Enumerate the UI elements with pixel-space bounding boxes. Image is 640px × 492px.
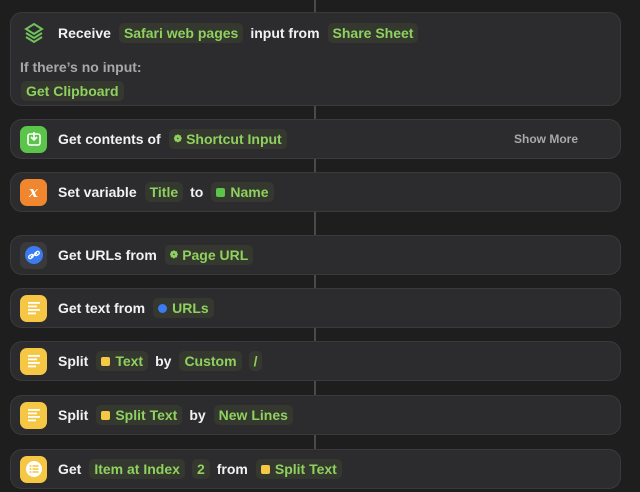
receive-action-card[interactable]: Receive Safari web pages input from Shar… (10, 12, 621, 106)
show-more-button[interactable]: Show More (514, 132, 578, 146)
gear-icon: ❁ (173, 133, 183, 145)
flow-connector (314, 212, 316, 235)
flow-connector (314, 381, 316, 395)
index-token[interactable]: 2 (191, 459, 210, 479)
get-item-card[interactable]: Get Item at Index 2 from Split Text (10, 449, 621, 489)
custom-separator-token[interactable]: / (248, 351, 263, 371)
link-icon (20, 241, 47, 269)
flow-connector (314, 275, 316, 288)
split-text-card[interactable]: Split Text by Custom / (10, 341, 621, 381)
text-token[interactable]: Text (96, 351, 149, 371)
urls-token[interactable]: URLs (153, 298, 214, 318)
text-lines-icon (20, 401, 47, 429)
flow-connector (314, 0, 316, 12)
text-mini-icon (260, 464, 270, 474)
separator-token[interactable]: New Lines (213, 405, 293, 425)
page-url-token[interactable]: ❁ Page URL (164, 245, 254, 265)
text-lines-icon (20, 294, 47, 322)
get-contents-card[interactable]: Get contents of ❁ Shortcut Input Show Mo… (10, 119, 621, 159)
set-variable-label: Set variable (58, 184, 137, 200)
app-icon (216, 187, 226, 197)
split-text-token[interactable]: Split Text (96, 405, 183, 425)
get-label: Get (58, 461, 82, 477)
shortcut-layers-icon (20, 20, 47, 47)
by-label: by (189, 407, 206, 423)
text-lines-icon (20, 347, 47, 375)
receive-label: Receive (58, 25, 111, 41)
link-dot-icon (158, 303, 168, 313)
fallback-token[interactable]: Get Clipboard (21, 81, 124, 101)
no-input-label: If there’s no input: (20, 59, 142, 75)
split-label: Split (58, 407, 89, 423)
flow-connector (314, 159, 316, 172)
input-type-token[interactable]: Safari web pages (118, 23, 244, 43)
download-icon (20, 125, 47, 153)
source-token[interactable]: Share Sheet (327, 23, 419, 43)
variable-name-token[interactable]: Title (144, 182, 184, 202)
flow-connector (314, 328, 316, 341)
list-icon (20, 455, 47, 483)
text-mini-icon (101, 356, 111, 366)
flow-connector (314, 435, 316, 449)
split-text-card[interactable]: Split Split Text by New Lines (10, 395, 621, 435)
get-contents-label: Get contents of (58, 131, 161, 147)
get-urls-label: Get URLs from (58, 247, 157, 263)
split-label: Split (58, 353, 89, 369)
shortcut-input-token[interactable]: ❁ Shortcut Input (168, 129, 287, 149)
variable-x-icon: x (20, 178, 47, 206)
input-from-label: input from (250, 25, 320, 41)
separator-token[interactable]: Custom (179, 351, 242, 371)
split-text-token[interactable]: Split Text (255, 459, 342, 479)
get-text-card[interactable]: Get text from URLs (10, 288, 621, 328)
item-at-index-token[interactable]: Item at Index (89, 459, 185, 479)
variable-value-token[interactable]: Name (211, 182, 274, 202)
by-label: by (155, 353, 172, 369)
gear-icon: ❁ (169, 249, 179, 261)
set-variable-card[interactable]: x Set variable Title to Name (10, 172, 621, 212)
text-mini-icon (101, 410, 111, 420)
from-label: from (216, 461, 248, 477)
get-urls-card[interactable]: Get URLs from ❁ Page URL (10, 235, 621, 275)
flow-connector (314, 106, 316, 119)
to-label: to (190, 184, 204, 200)
get-text-label: Get text from (58, 300, 146, 316)
